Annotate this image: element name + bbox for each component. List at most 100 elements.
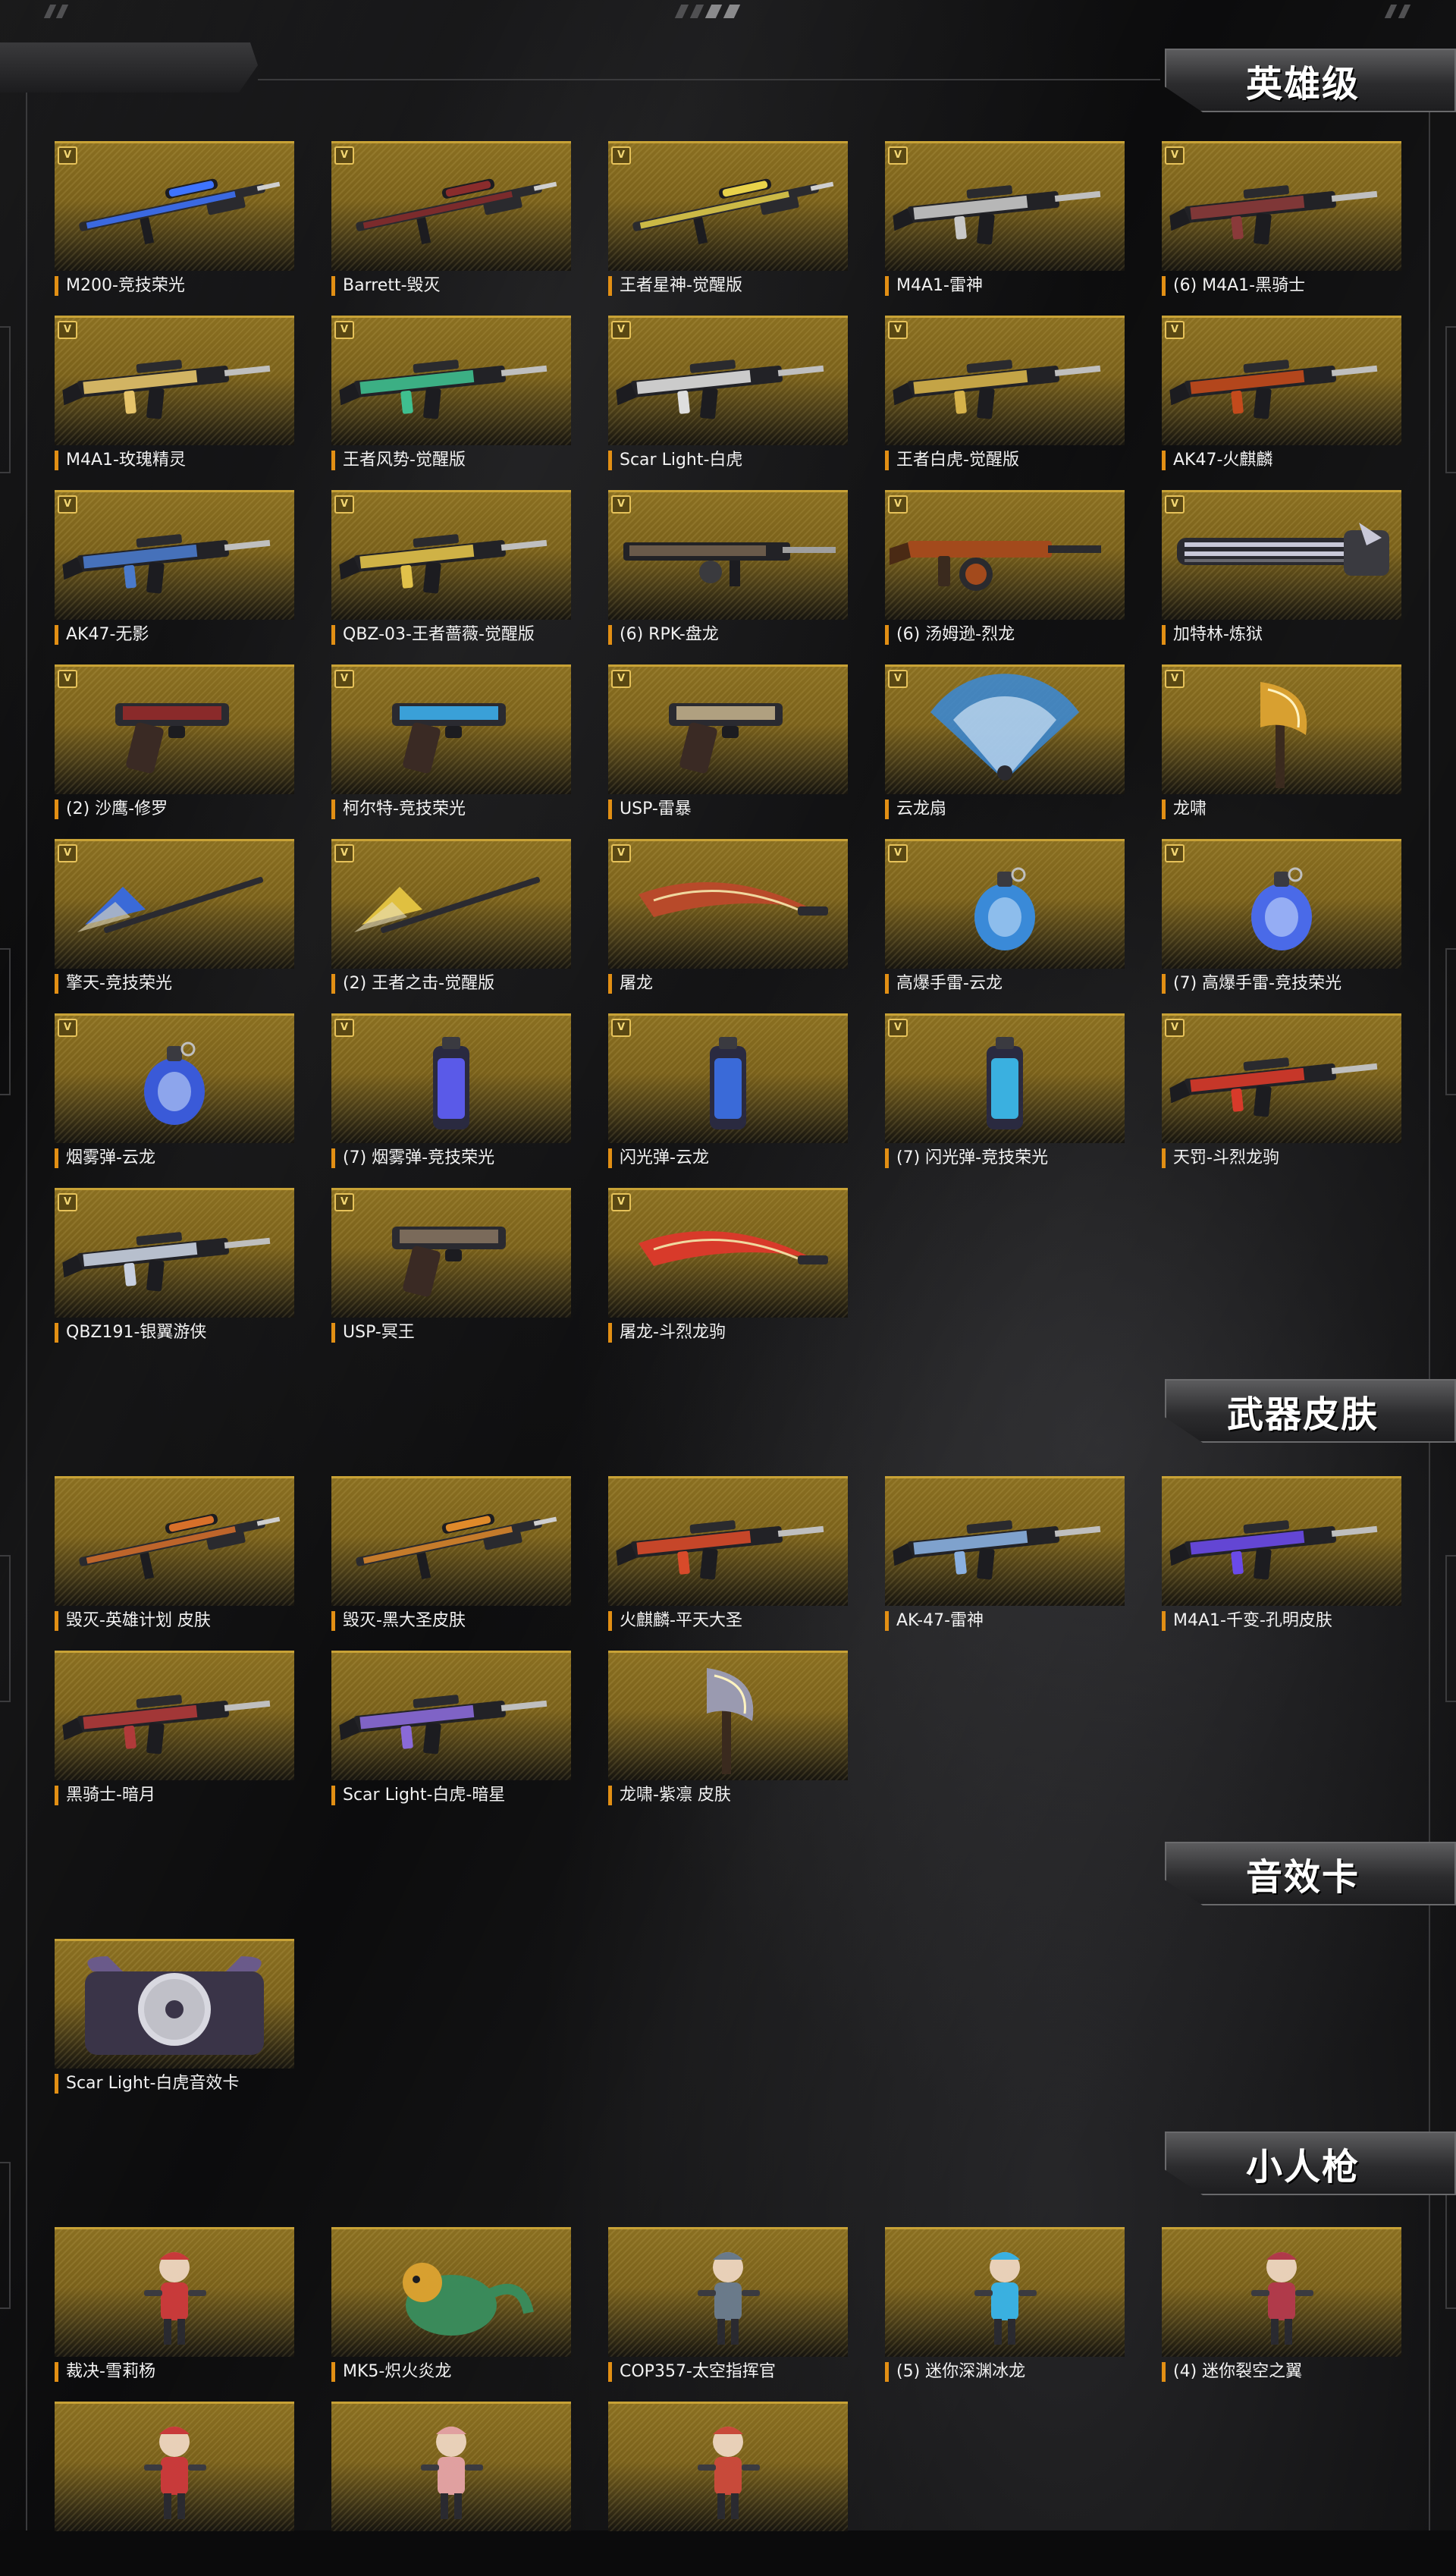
item-card[interactable]: V 龙啸 (1162, 664, 1401, 839)
item-card[interactable]: M4A1-千变-孔明皮肤 (1162, 1476, 1401, 1651)
left-notch-3 (0, 1555, 11, 1702)
item-label: COP357-太空指挥官 (608, 2362, 848, 2382)
item-card[interactable]: 毁灭-英雄计划 皮肤 (55, 1476, 294, 1651)
item-card[interactable] (608, 2402, 848, 2576)
hero-badge-icon: V (1165, 495, 1185, 514)
item-card[interactable]: V (7) 烟雾弹-竞技荣光 (331, 1013, 571, 1188)
item-card[interactable]: V 天罚-斗烈龙驹 (1162, 1013, 1401, 1188)
item-image (55, 2227, 294, 2357)
item-card[interactable]: V 王者白虎-觉醒版 (885, 316, 1125, 490)
hero-badge-icon: V (611, 1019, 631, 1037)
item-card[interactable]: V 加特林-炼狱 (1162, 490, 1401, 664)
item-image: V (331, 490, 571, 620)
item-card[interactable]: V AK47-火麒麟 (1162, 316, 1401, 490)
hero-badge-icon: V (611, 495, 631, 514)
item-label: (2) 王者之击-觉醒版 (331, 974, 571, 994)
item-card[interactable]: V M4A1-雷神 (885, 141, 1125, 316)
hero-badge-icon: V (58, 495, 77, 514)
item-card[interactable]: V 屠龙-斗烈龙驹 (608, 1188, 848, 1362)
item-card[interactable]: 毁灭-黑大圣皮肤 (331, 1476, 571, 1651)
item-image (55, 1476, 294, 1606)
item-image: V (1162, 839, 1401, 969)
item-card[interactable]: V (6) M4A1-黑骑士 (1162, 141, 1401, 316)
item-card[interactable]: V (6) 汤姆逊-烈龙 (885, 490, 1125, 664)
item-card[interactable]: V 高爆手雷-云龙 (885, 839, 1125, 1013)
item-card[interactable]: V (2) 沙鹰-修罗 (55, 664, 294, 839)
section-title: 武器皮肤 (1226, 1393, 1379, 1436)
item-label: AK47-无影 (55, 625, 294, 645)
left-notch-1 (0, 326, 11, 473)
item-label: 云龙扇 (885, 800, 1125, 819)
item-card[interactable]: V M4A1-玫瑰精灵 (55, 316, 294, 490)
item-image (1162, 2227, 1401, 2357)
item-image: V (55, 839, 294, 969)
item-card[interactable]: V (7) 闪光弹-竞技荣光 (885, 1013, 1125, 1188)
item-card[interactable]: V Scar Light-白虎 (608, 316, 848, 490)
item-image (1162, 1476, 1401, 1606)
right-notch-1 (1445, 326, 1456, 473)
item-card[interactable]: (5) 迷你深渊冰龙 (885, 2227, 1125, 2402)
item-label: M200-竞技荣光 (55, 276, 294, 296)
frame-left-line (26, 73, 27, 2530)
item-card[interactable]: V (7) 高爆手雷-竞技荣光 (1162, 839, 1401, 1013)
section-title-tab: 武器皮肤 (1150, 1373, 1456, 1449)
item-image (608, 2402, 848, 2531)
item-card[interactable]: Scar Light-白虎音效卡 (55, 1939, 294, 2113)
item-card[interactable]: V 王者风势-觉醒版 (331, 316, 571, 490)
item-card[interactable] (331, 2402, 571, 2576)
item-image (608, 1651, 848, 1780)
item-card[interactable]: V AK47-无影 (55, 490, 294, 664)
item-image (608, 1476, 848, 1606)
item-card[interactable]: V USP-雷暴 (608, 664, 848, 839)
right-notch-3 (1445, 1555, 1456, 1702)
item-card[interactable]: V (2) 王者之击-觉醒版 (331, 839, 571, 1013)
item-card[interactable]: MK5-炽火炎龙 (331, 2227, 571, 2402)
item-card[interactable]: V 云龙扇 (885, 664, 1125, 839)
item-card[interactable]: COP357-太空指挥官 (608, 2227, 848, 2402)
item-image: V (331, 1188, 571, 1318)
item-card[interactable]: AK-47-雷神 (885, 1476, 1125, 1651)
item-label: Scar Light-白虎 (608, 451, 848, 470)
item-card[interactable]: 龙啸-紫凛 皮肤 (608, 1651, 848, 1825)
item-image: V (331, 839, 571, 969)
item-card[interactable]: V USP-冥王 (331, 1188, 571, 1362)
hero-badge-icon: V (58, 1019, 77, 1037)
item-label: M4A1-雷神 (885, 276, 1125, 296)
item-card[interactable]: V (6) RPK-盘龙 (608, 490, 848, 664)
hero-badge-icon: V (58, 1193, 77, 1211)
item-image (331, 2402, 571, 2531)
item-card[interactable]: 裁决-雪莉杨 (55, 2227, 294, 2402)
hero-badge-icon: V (334, 146, 354, 165)
item-card[interactable]: V 屠龙 (608, 839, 848, 1013)
hero-badge-icon: V (1165, 321, 1185, 339)
hero-badge-icon: V (334, 1019, 354, 1037)
item-card[interactable]: V 擎天-竞技荣光 (55, 839, 294, 1013)
hero-badge-icon: V (888, 1019, 908, 1037)
item-card[interactable] (55, 2402, 294, 2576)
item-card[interactable]: V Barrett-毁灭 (331, 141, 571, 316)
item-card[interactable]: 黑骑士-暗月 (55, 1651, 294, 1825)
item-card[interactable]: (4) 迷你裂空之翼 (1162, 2227, 1401, 2402)
item-label: 王者风势-觉醒版 (331, 451, 571, 470)
item-label: 王者星神-觉醒版 (608, 276, 848, 296)
item-card[interactable]: V 王者星神-觉醒版 (608, 141, 848, 316)
item-image: V (885, 490, 1125, 620)
hero-badge-icon: V (58, 321, 77, 339)
item-card[interactable]: Scar Light-白虎-暗星 (331, 1651, 571, 1825)
item-card[interactable]: 火麒麟-平天大圣 (608, 1476, 848, 1651)
item-image: V (55, 141, 294, 271)
item-card[interactable]: V 柯尔特-竞技荣光 (331, 664, 571, 839)
item-label: (7) 闪光弹-竞技荣光 (885, 1148, 1125, 1168)
item-image: V (608, 141, 848, 271)
hero-badge-icon: V (334, 321, 354, 339)
item-label: 闪光弹-云龙 (608, 1148, 848, 1168)
item-card[interactable]: V 烟雾弹-云龙 (55, 1013, 294, 1188)
item-label (608, 2537, 848, 2556)
item-card[interactable]: V QBZ191-银翼游侠 (55, 1188, 294, 1362)
item-label: USP-雷暴 (608, 800, 848, 819)
item-card[interactable]: V 闪光弹-云龙 (608, 1013, 848, 1188)
item-card[interactable]: V QBZ-03-王者蔷薇-觉醒版 (331, 490, 571, 664)
item-card[interactable]: V M200-竞技荣光 (55, 141, 294, 316)
left-notch-4 (0, 2162, 11, 2309)
section-title-tab: 小人枪 (1150, 2125, 1456, 2201)
